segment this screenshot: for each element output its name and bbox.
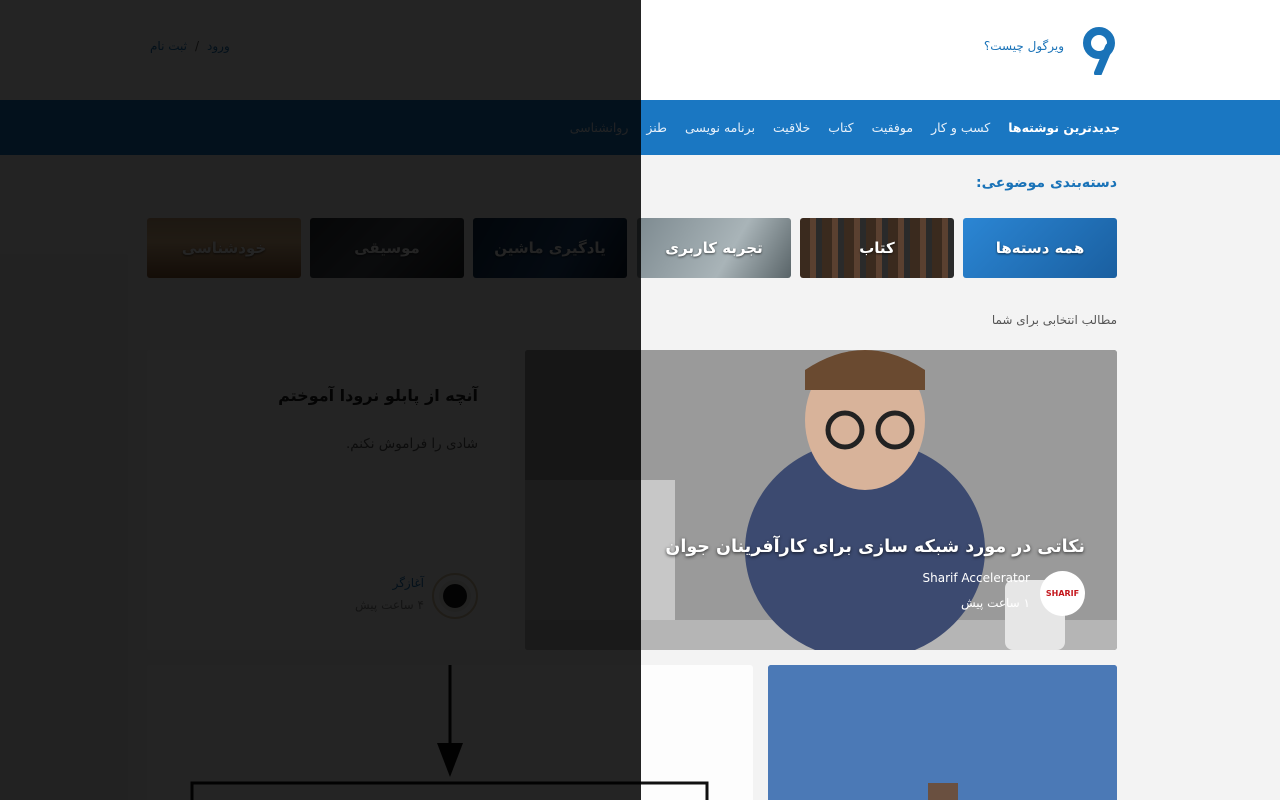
nav-item-latest[interactable]: جدیدترین نوشته‌ها (1008, 120, 1120, 135)
site-header: ویرگول چیست؟ ورود / ثبت نام (0, 0, 1280, 100)
what-is-virgool-link[interactable]: ویرگول چیست؟ (970, 39, 1064, 53)
category-tile-label: موسیقی (354, 239, 420, 257)
category-tile-label: تجربه کاربری (665, 239, 763, 257)
category-tile-self-knowledge[interactable]: خودشناسی (147, 218, 301, 278)
virgool-logo-icon[interactable] (1080, 27, 1118, 75)
category-tile-ux[interactable]: تجربه کاربری (637, 218, 791, 278)
nav-item-success[interactable]: موفقیت (872, 120, 914, 135)
search-icon[interactable] (272, 37, 292, 57)
featured-post-time: ۱ ساعت پیش (961, 596, 1030, 610)
signup-link[interactable]: ثبت نام (150, 39, 187, 53)
author-name[interactable]: آغازگر (393, 576, 424, 590)
post-title[interactable]: آنچه از پابلو نرودا آموختم (278, 386, 478, 405)
category-tile-book[interactable]: کتاب (800, 218, 954, 278)
nav-item-business[interactable]: کسب و کار (931, 120, 990, 135)
nav-item-humor[interactable]: طنز (646, 120, 667, 135)
featured-post-card[interactable]: نکاتی در مورد شبکه سازی برای کارآفرینان … (525, 350, 1117, 650)
category-tile-label: همه دسته‌ها (995, 239, 1085, 257)
featured-post-title[interactable]: نکاتی در مورد شبکه سازی برای کارآفرینان … (665, 537, 1085, 557)
nav-item-psychology[interactable]: روانشناسی (570, 120, 629, 135)
nav-item-book[interactable]: کتاب (828, 120, 853, 135)
post-diagram-image (190, 665, 709, 800)
post-time: ۴ ساعت پیش (355, 598, 424, 612)
nav-item-programming[interactable]: برنامه نویسی (685, 120, 755, 135)
login-link[interactable]: ورود (207, 39, 230, 53)
picks-heading: مطالب انتخابی برای شما (991, 313, 1117, 327)
auth-links: ورود / ثبت نام (150, 39, 230, 53)
featured-author-avatar[interactable]: SHARIF (1040, 571, 1085, 616)
auth-separator: / (194, 39, 200, 53)
category-tile-all[interactable]: همه دسته‌ها (963, 218, 1117, 278)
post-sky-image (768, 665, 1117, 800)
category-tile-label: یادگیری ماشین (494, 239, 606, 257)
post-card-sky[interactable] (768, 665, 1117, 800)
category-tile-ml[interactable]: یادگیری ماشین (473, 218, 627, 278)
post-subtitle: شادی را فراموش نکنم. (345, 436, 478, 452)
coffee-cup-icon (439, 580, 471, 612)
category-tiles: همه دسته‌ها کتاب تجربه کاربری یادگیری ما… (147, 218, 1117, 278)
nav-item-creativity[interactable]: خلاقیت (773, 120, 810, 135)
category-nav-bar: جدیدترین نوشته‌ها کسب و کار موفقیت کتاب … (0, 100, 1280, 155)
post-card-diagram[interactable] (147, 665, 753, 800)
category-tile-music[interactable]: موسیقی (310, 218, 464, 278)
post-card-neruda[interactable]: آنچه از پابلو نرودا آموختم شادی را فرامو… (147, 350, 510, 650)
featured-author-name[interactable]: Sharif Accelerator (923, 571, 1030, 585)
category-tile-label: کتاب (859, 239, 895, 257)
categories-heading: دسته‌بندی موضوعی: (976, 175, 1117, 191)
category-tile-label: خودشناسی (181, 239, 267, 257)
author-avatar[interactable] (432, 573, 478, 619)
